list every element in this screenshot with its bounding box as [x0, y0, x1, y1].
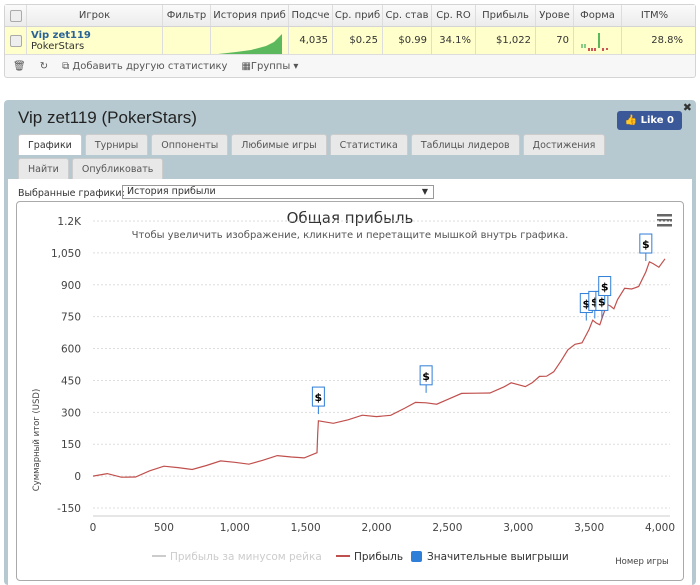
legend-label: Прибыль за минусом рейка — [170, 551, 322, 563]
player-table: Игрок Фильтр История приб Подсче Ср. при… — [4, 4, 696, 78]
legend-item-big-wins[interactable]: Значительные выигрыши — [411, 551, 569, 563]
x-tick-label: 0 — [90, 522, 97, 534]
add-stat-button[interactable]: ⧉ Добавить другую статистику — [62, 61, 227, 72]
profit-value: $1,022 — [476, 27, 536, 54]
chart-select[interactable]: История прибыли ▼ — [122, 185, 434, 199]
x-tick-label: 500 — [154, 522, 174, 534]
flag-label: $ — [601, 281, 609, 294]
x-tick-label: 2,500 — [432, 522, 462, 534]
big-win-marker[interactable]: $ — [639, 233, 653, 262]
close-icon[interactable]: ✖ — [683, 101, 692, 114]
filter-cell — [163, 27, 211, 54]
col-filter[interactable]: Фильтр — [163, 5, 211, 26]
y-tick-label: 0 — [74, 471, 81, 483]
legend-item-net[interactable]: Прибыль за минусом рейка — [152, 551, 322, 563]
refresh-icon[interactable]: ↻ — [40, 61, 48, 72]
x-tick-label: 3,000 — [503, 522, 533, 534]
col-profit[interactable]: Прибыль — [476, 5, 536, 26]
col-itm[interactable]: ITM% — [622, 5, 687, 26]
y-axis-label: Суммарный итог (USD) — [32, 389, 42, 492]
col-history[interactable]: История приб — [211, 5, 289, 26]
table-toolbar: 🗑 ↻ ⧉ Добавить другую статистику ▦Группы… — [5, 55, 695, 77]
flag-label: $ — [642, 238, 650, 251]
legend-item-profit[interactable]: Прибыль — [336, 551, 403, 563]
groups-icon: ▦ — [241, 60, 251, 72]
table-row[interactable]: Vip zet119 PokerStars 4,035 $0.25 $0.99 … — [5, 27, 695, 55]
avg-stake-value: $0.99 — [383, 27, 432, 54]
add-icon: ⧉ — [62, 60, 73, 72]
chart-select-label: Выбранные графики: — [18, 188, 125, 199]
menu-icon[interactable] — [657, 214, 672, 227]
dropdown-arrow-icon: ▼ — [421, 187, 428, 196]
y-tick-label: 450 — [61, 375, 81, 387]
table-header: Игрок Фильтр История приб Подсче Ср. при… — [5, 5, 695, 27]
col-avg-profit[interactable]: Ср. приб — [333, 5, 383, 26]
player-cell: Vip zet119 PokerStars — [27, 27, 163, 54]
tab-achievements[interactable]: Достижения — [522, 134, 606, 155]
profit-chart[interactable]: Общая прибыль Чтобы увеличить изображени… — [16, 201, 684, 581]
avg-profit-value: $0.25 — [333, 27, 383, 54]
y-tick-label: -150 — [57, 503, 81, 515]
y-tick-label: 900 — [61, 280, 81, 292]
col-avg-stake[interactable]: Ср. став — [383, 5, 432, 26]
avg-roi-value: 34.1% — [432, 27, 476, 54]
x-tick-label: 2,000 — [361, 522, 391, 534]
big-win-marker[interactable]: $ — [311, 386, 325, 415]
chart-svg[interactable]: Общая прибыль Чтобы увеличить изображени… — [17, 202, 683, 580]
player-link[interactable]: Vip zet119 — [31, 30, 91, 41]
select-all-checkbox[interactable] — [5, 5, 27, 26]
form-chart — [574, 27, 622, 54]
y-tick-label: 750 — [61, 312, 81, 324]
y-tick-label: 1,050 — [51, 248, 81, 260]
level-value: 70 — [536, 27, 574, 54]
row-checkbox[interactable] — [5, 27, 27, 54]
col-player[interactable]: Игрок — [27, 5, 163, 26]
y-tick-label: 150 — [61, 439, 81, 451]
tab-statistics[interactable]: Статистика — [329, 134, 408, 155]
tab-find[interactable]: Найти — [18, 158, 69, 179]
x-tick-label: 3,500 — [574, 522, 604, 534]
facebook-like-button[interactable]: 👍 Like 0 — [616, 111, 682, 130]
like-label: Like 0 — [640, 115, 674, 126]
chart-subtitle: Чтобы увеличить изображение, кликните и … — [132, 230, 569, 241]
itm-value: 28.8% — [651, 35, 683, 46]
tab-leaderboards[interactable]: Таблицы лидеров — [410, 134, 520, 155]
x-tick-label: 1,500 — [291, 522, 321, 534]
x-axis-label: Номер игры — [615, 557, 668, 567]
tab-charts[interactable]: Графики — [18, 134, 82, 155]
tab-content: Выбранные графики: История прибыли ▼ Обща… — [8, 179, 692, 585]
player-panel: Vip zet119 (PokerStars) 👍 Like 0 ✖ Графи… — [4, 100, 696, 585]
count-value: 4,035 — [289, 27, 333, 54]
y-tick-label: 1.2K — [57, 216, 82, 228]
trash-icon[interactable]: 🗑 — [13, 61, 26, 72]
y-tick-label: 300 — [61, 407, 81, 419]
tab-favorite-games[interactable]: Любимые игры — [231, 134, 327, 155]
col-level[interactable]: Урове — [536, 5, 574, 26]
panel-title: Vip zet119 (PokerStars) — [18, 108, 197, 127]
panel-tabs: Графики Турниры Оппоненты Любимые игры С… — [18, 134, 618, 179]
flag-label: $ — [422, 370, 430, 383]
legend-label: Прибыль — [354, 551, 403, 563]
legend: Прибыль за минусом рейка Прибыль Значите… — [152, 551, 569, 563]
tab-publish[interactable]: Опубликовать — [71, 158, 164, 179]
col-avg-roi[interactable]: Ср. RO — [432, 5, 476, 26]
chart-select-value: История прибыли — [127, 186, 216, 197]
tab-tournaments[interactable]: Турниры — [84, 134, 149, 155]
legend-label: Значительные выигрыши — [427, 551, 569, 563]
add-stat-label: Добавить другую статистику — [72, 60, 228, 72]
groups-button[interactable]: ▦Группы ▾ — [241, 61, 298, 72]
big-win-marker[interactable]: $ — [419, 365, 433, 393]
x-tick-label: 1,000 — [220, 522, 250, 534]
flag-label: $ — [315, 391, 323, 404]
x-tick-label: 4,000 — [645, 522, 675, 534]
col-form[interactable]: Форма — [574, 5, 622, 26]
col-count[interactable]: Подсче — [289, 5, 333, 26]
history-sparkline — [211, 27, 289, 54]
chart-title: Общая прибыль — [287, 209, 414, 227]
network-name: PokerStars — [31, 40, 85, 52]
groups-label: Группы — [250, 60, 291, 72]
tab-opponents[interactable]: Оппоненты — [151, 134, 229, 155]
y-tick-label: 600 — [61, 344, 81, 356]
